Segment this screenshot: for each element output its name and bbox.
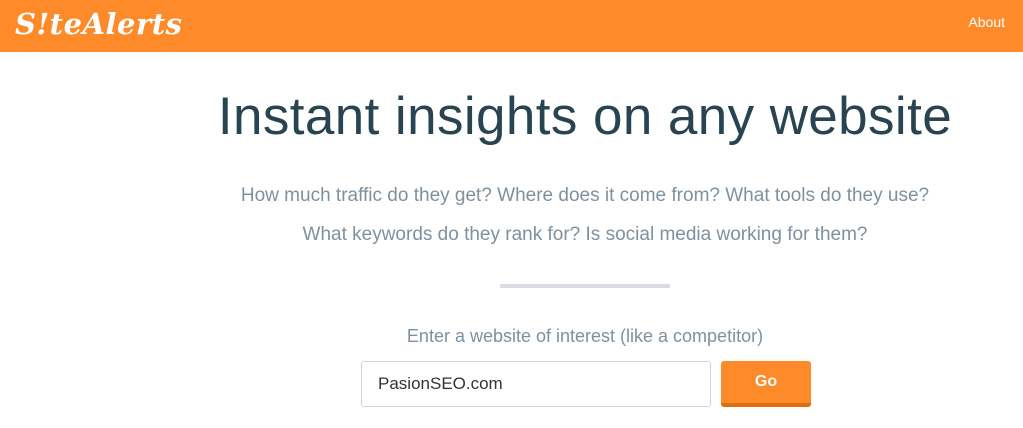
website-prompt-label: Enter a website of interest (like a comp… [406,326,764,346]
section-divider [500,284,670,288]
top-bar: S!teAlerts About [0,0,1023,52]
website-input[interactable] [361,361,711,407]
go-button[interactable]: Go [721,361,811,407]
page: S!teAlerts About Instant insights on any… [0,0,1023,428]
subtitle-line-1: How much traffic do they get? Where does… [240,185,930,206]
page-headline: Instant insights on any website [217,87,953,146]
site-logo[interactable]: S!teAlerts [15,7,183,41]
about-link[interactable]: About [968,14,1005,30]
subtitle-line-2: What keywords do they rank for? Is socia… [302,224,868,245]
